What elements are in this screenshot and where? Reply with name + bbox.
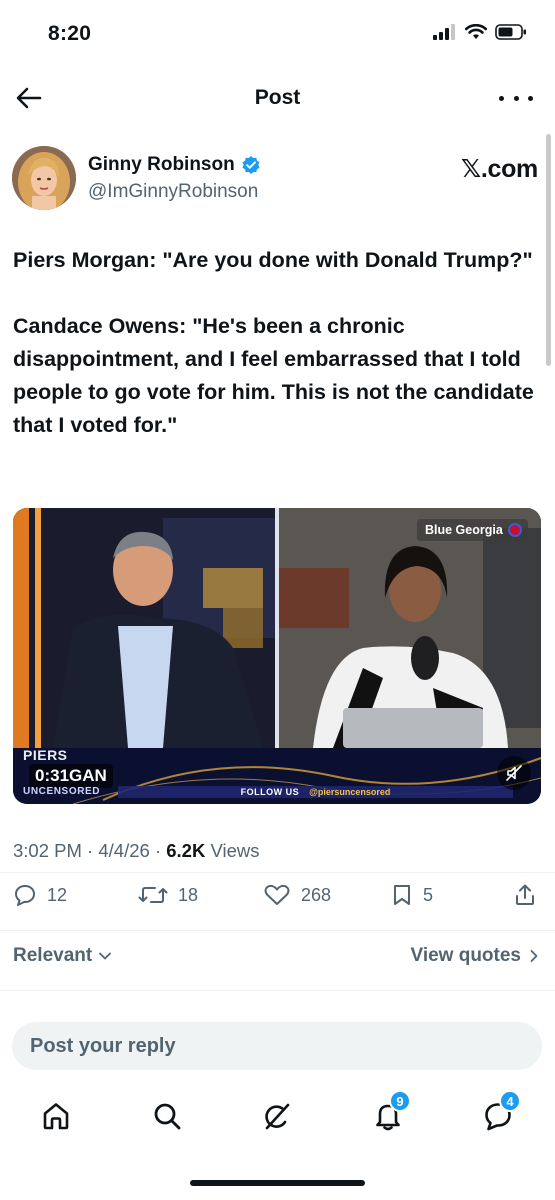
more-options-button[interactable] [499,86,533,110]
home-indicator [190,1180,365,1186]
follow-text: FOLLOW US [240,787,300,797]
home-icon [43,1103,69,1130]
author-name-text: Ginny Robinson [88,154,235,175]
status-time: 8:20 [48,22,92,45]
share-icon [516,884,534,905]
divider [0,990,555,991]
video-frame [13,508,541,804]
view-quotes-label: View quotes [410,945,521,966]
post-paragraph: Piers Morgan: "Are you done with Donald … [13,248,533,272]
share-button[interactable] [513,883,537,907]
show-logo-suffix: GAN [69,766,107,785]
video-time-value: 0:31 [35,766,70,785]
author-name[interactable]: Ginny Robinson [88,154,261,176]
battery-icon [495,24,526,40]
video-time: 0:31GAN [29,764,113,788]
post-text: Piers Morgan: "Are you done with Donald … [13,244,548,442]
reply-count: 12 [47,884,68,905]
channel-badge: Blue Georgia [417,519,528,541]
search-icon [154,1103,181,1130]
reply-button[interactable]: 12 [13,883,67,907]
chevron-down-icon [99,952,112,960]
nav-notifications[interactable]: 9 [364,1090,412,1140]
like-button[interactable]: 268 [263,883,331,907]
nav-grok[interactable] [253,1092,301,1140]
like-count: 268 [301,884,332,905]
view-quotes-link[interactable]: View quotes [410,945,539,967]
show-logo: PIERS [23,747,68,763]
cellular-signal-icon [433,24,455,40]
post-header: Post [0,70,555,126]
more-dot-icon [513,95,519,101]
views-count: 6.2K [166,840,206,861]
reply-icon [15,885,35,906]
wifi-icon [465,24,487,39]
repost-button[interactable]: 18 [138,883,198,907]
heart-icon [264,884,290,905]
nav-search[interactable] [143,1092,191,1140]
views-label: Views [210,840,260,861]
post-date: 4/4/26 [98,840,150,861]
meta-separator: · [154,840,162,861]
source-label: 𝕏.com [461,155,538,183]
follow-handle: @piersuncensored [309,787,391,797]
bookmark-icon [394,885,410,905]
bottom-nav: 9 4 [0,1090,555,1142]
divider [0,872,555,873]
reply-input[interactable]: Post your reply [12,1022,542,1070]
chevron-right-icon [530,950,538,962]
nav-home[interactable] [32,1092,80,1140]
avatar-image [12,146,76,210]
verified-badge-icon [242,156,260,174]
status-icons [433,24,527,40]
bookmark-button[interactable]: 5 [391,883,433,907]
post-paragraph: Candace Owens: "He's been a chronic disa… [13,314,534,437]
grok-icon [265,1103,290,1130]
reply-sort-label: Relevant [13,945,93,966]
post-time: 3:02 PM [13,840,82,861]
repost-icon [138,887,168,903]
status-bar: 8:20 [0,0,555,70]
meta-separator: · [87,840,94,861]
divider [0,930,555,931]
author-handle[interactable]: @ImGinnyRobinson [88,181,258,203]
video-player[interactable]: Blue Georgia PIERS 0:31GAN UNCENSORED FO… [13,508,541,804]
show-logo-subtitle: UNCENSORED [23,786,101,797]
speaker-muted-icon [506,765,522,781]
repost-count: 18 [178,884,199,905]
bookmark-count: 5 [423,884,434,905]
channel-badge-text: Blue Georgia [425,523,503,537]
channel-logo-icon [507,523,522,537]
more-dot-icon [528,95,533,101]
nav-messages[interactable]: 4 [474,1090,522,1140]
messages-badge: 4 [499,1090,521,1112]
notifications-badge: 9 [389,1090,411,1112]
page-title: Post [254,86,301,109]
reply-placeholder: Post your reply [30,1035,176,1057]
post-meta: 3:02 PM · 4/4/26 · 6.2K Views [13,840,259,862]
reply-sort-dropdown[interactable]: Relevant [13,945,112,967]
avatar[interactable] [12,146,76,210]
action-bar: 12 18 268 5 [13,883,541,917]
follow-strip: FOLLOW US @piersuncensored [118,786,513,798]
more-dot-icon [499,95,504,101]
mute-button[interactable] [497,756,531,790]
post-author: Ginny Robinson @ImGinnyRobinson 𝕏.com [12,146,542,212]
